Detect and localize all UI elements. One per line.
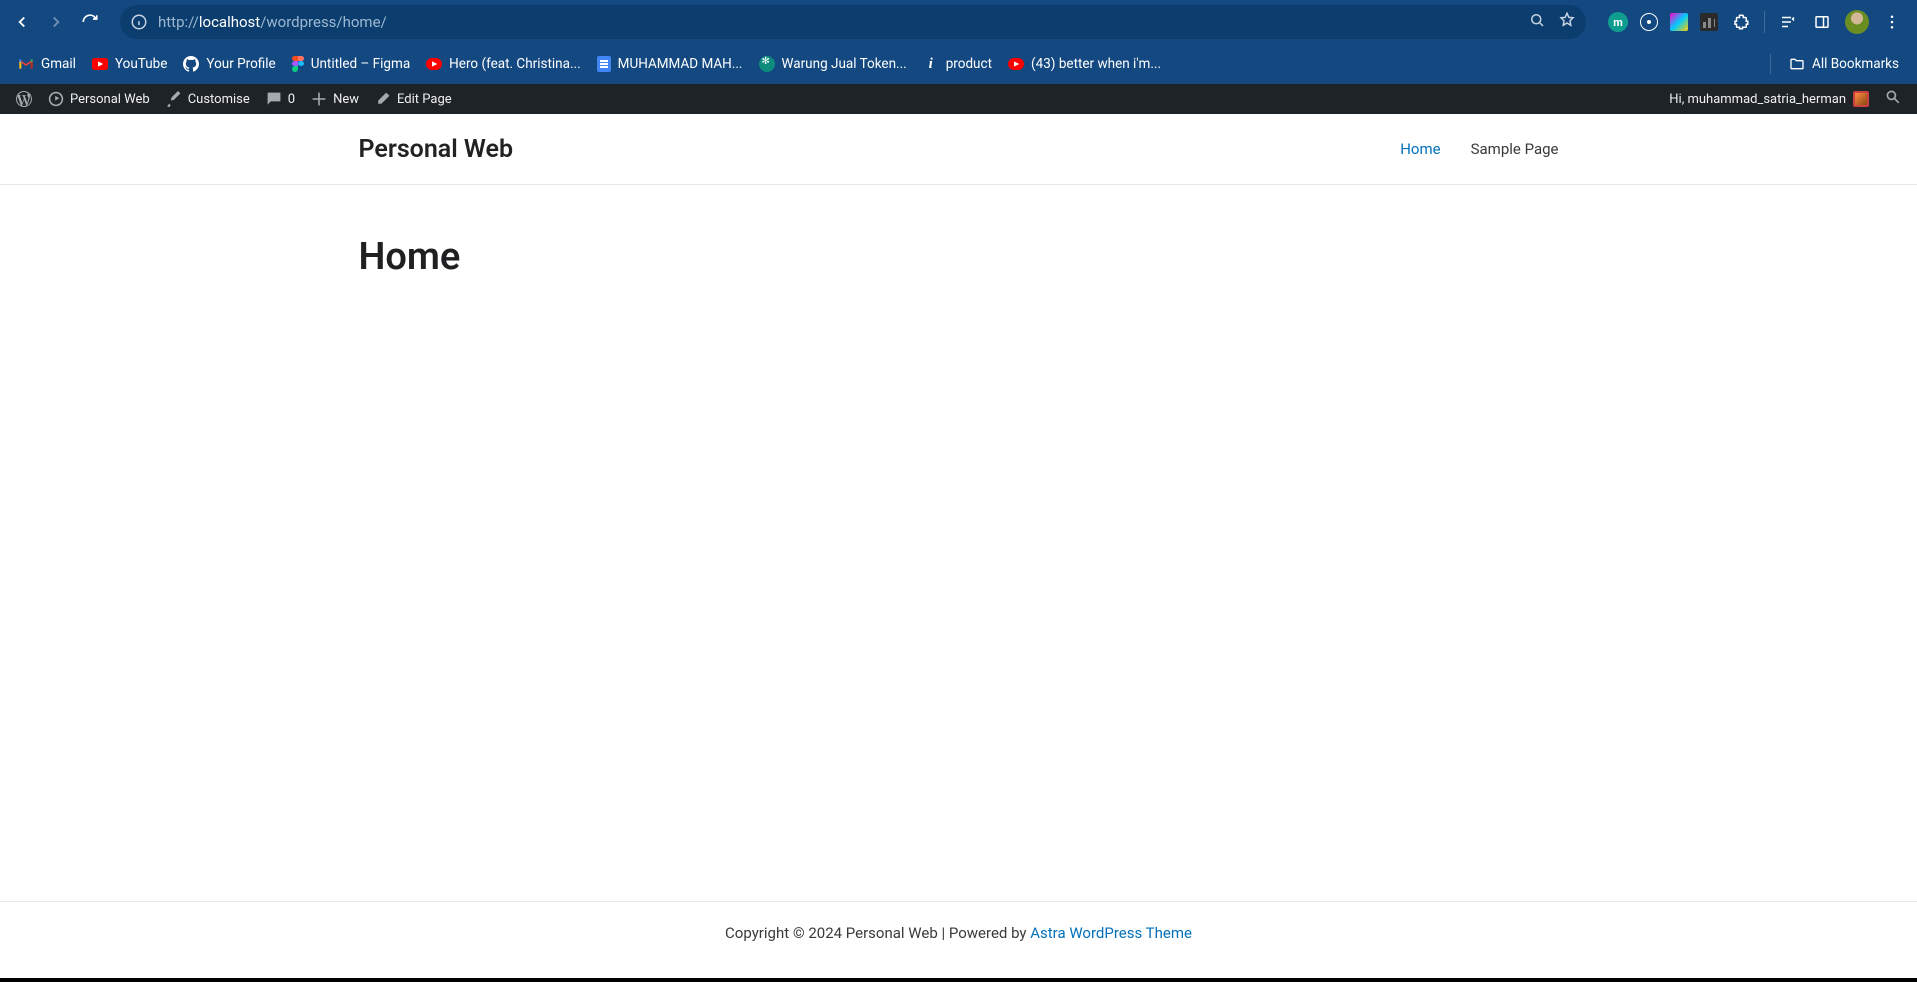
site-nav: Home Sample Page: [1400, 140, 1558, 158]
youtube-icon: [92, 56, 108, 72]
wp-user-menu[interactable]: Hi, muhammad_satria_herman: [1661, 84, 1877, 114]
site-wrapper: Personal Web Home Sample Page Home Copyr…: [0, 114, 1917, 982]
wp-new-button[interactable]: New: [303, 84, 367, 114]
url-text: http://localhost/wordpress/home/: [158, 13, 1518, 31]
forward-button[interactable]: [42, 8, 70, 36]
site-header: Personal Web Home Sample Page: [0, 114, 1917, 185]
bookmark-star-icon[interactable]: [1558, 11, 1576, 33]
site-footer: Copyright © 2024 Personal Web | Powered …: [0, 901, 1917, 982]
gmail-icon: [18, 56, 34, 72]
bookmark-gmail[interactable]: Gmail: [10, 51, 84, 77]
figma-icon: [292, 56, 304, 72]
url-path: /wordpress/home/: [260, 13, 387, 31]
wp-new-label: New: [333, 92, 359, 107]
browser-chrome: http://localhost/wordpress/home/ m: [0, 0, 1917, 84]
bookmark-label: Warung Jual Token...: [782, 56, 907, 72]
site-info-icon[interactable]: [130, 13, 148, 31]
bookmark-label: Your Profile: [206, 56, 275, 72]
bookmark-docs[interactable]: MUHAMMAD MAH...: [589, 51, 751, 77]
side-panel-icon[interactable]: [1811, 11, 1833, 33]
wp-comments-button[interactable]: 0: [258, 84, 303, 114]
footer-text: Copyright © 2024 Personal Web | Powered …: [725, 924, 1030, 942]
bookmarks-divider: [1770, 54, 1771, 74]
wp-logo-button[interactable]: [8, 84, 40, 114]
bookmark-label: MUHAMMAD MAH...: [618, 56, 743, 72]
bookmark-label: (43) better when i'm...: [1031, 56, 1161, 72]
page-heading: Home: [359, 235, 1559, 279]
wp-edit-page-button[interactable]: Edit Page: [367, 84, 460, 114]
site-main: Home: [0, 185, 1917, 901]
extensions-icon[interactable]: [1730, 11, 1752, 33]
reload-button[interactable]: [76, 8, 104, 36]
bookmarks-bar: Gmail YouTube Your Profile Untitled – Fi…: [0, 44, 1917, 84]
chrome-divider: [1764, 11, 1765, 33]
bottom-border: [0, 978, 1917, 982]
nav-home[interactable]: Home: [1400, 140, 1440, 158]
search-in-page-icon[interactable]: [1528, 11, 1546, 33]
all-bookmarks-button[interactable]: All Bookmarks: [1781, 51, 1907, 77]
info-icon: i: [923, 56, 939, 72]
url-scheme: http://: [158, 13, 199, 31]
bookmark-github[interactable]: Your Profile: [175, 51, 283, 77]
github-icon: [183, 56, 199, 72]
bookmark-youtube[interactable]: YouTube: [84, 51, 175, 77]
bookmark-warung[interactable]: Warung Jual Token...: [751, 51, 915, 77]
wp-greeting-label: Hi, muhammad_satria_herman: [1669, 92, 1846, 107]
wp-admin-bar: Personal Web Customise 0 New Edit Page H…: [0, 84, 1917, 114]
wp-customise-button[interactable]: Customise: [158, 84, 258, 114]
all-bookmarks-label: All Bookmarks: [1812, 56, 1899, 72]
user-avatar-icon: [1853, 91, 1869, 107]
wp-customise-label: Customise: [188, 92, 250, 107]
nav-sample-page[interactable]: Sample Page: [1471, 140, 1559, 158]
extension-stats-icon[interactable]: [1700, 13, 1718, 31]
youtube-icon: [1008, 56, 1024, 72]
chatgpt-icon: [759, 56, 775, 72]
wp-site-name-label: Personal Web: [70, 92, 150, 107]
extension-circle-icon[interactable]: [1640, 13, 1658, 31]
bookmark-figma[interactable]: Untitled – Figma: [284, 51, 418, 77]
site-title[interactable]: Personal Web: [359, 135, 514, 164]
profile-avatar-icon[interactable]: [1845, 10, 1869, 34]
reading-list-icon[interactable]: [1777, 11, 1799, 33]
bookmark-label: product: [946, 56, 992, 72]
bookmark-label: Untitled – Figma: [311, 56, 410, 72]
wp-site-name[interactable]: Personal Web: [40, 84, 158, 114]
wp-edit-page-label: Edit Page: [397, 92, 452, 107]
footer-theme-link[interactable]: Astra WordPress Theme: [1030, 924, 1192, 942]
kebab-menu-icon[interactable]: [1881, 11, 1903, 33]
bookmark-hero[interactable]: Hero (feat. Christina...: [418, 51, 589, 77]
docs-icon: [597, 56, 611, 72]
bookmark-product[interactable]: i product: [915, 51, 1000, 77]
bookmark-label: Hero (feat. Christina...: [449, 56, 581, 72]
extension-m-icon[interactable]: m: [1608, 12, 1628, 32]
back-button[interactable]: [8, 8, 36, 36]
bookmark-better[interactable]: (43) better when i'm...: [1000, 51, 1169, 77]
extension-colorful-icon[interactable]: [1670, 13, 1688, 31]
wp-search-button[interactable]: [1877, 89, 1909, 109]
url-host: localhost: [199, 13, 260, 31]
bookmark-label: Gmail: [41, 56, 76, 72]
folder-icon: [1789, 56, 1805, 72]
url-bar[interactable]: http://localhost/wordpress/home/: [120, 5, 1586, 39]
youtube-icon: [426, 56, 442, 72]
wp-comments-count: 0: [288, 92, 295, 107]
browser-toolbar: http://localhost/wordpress/home/ m: [0, 0, 1917, 44]
bookmark-label: YouTube: [115, 56, 167, 72]
chrome-actions: m: [1602, 10, 1909, 34]
